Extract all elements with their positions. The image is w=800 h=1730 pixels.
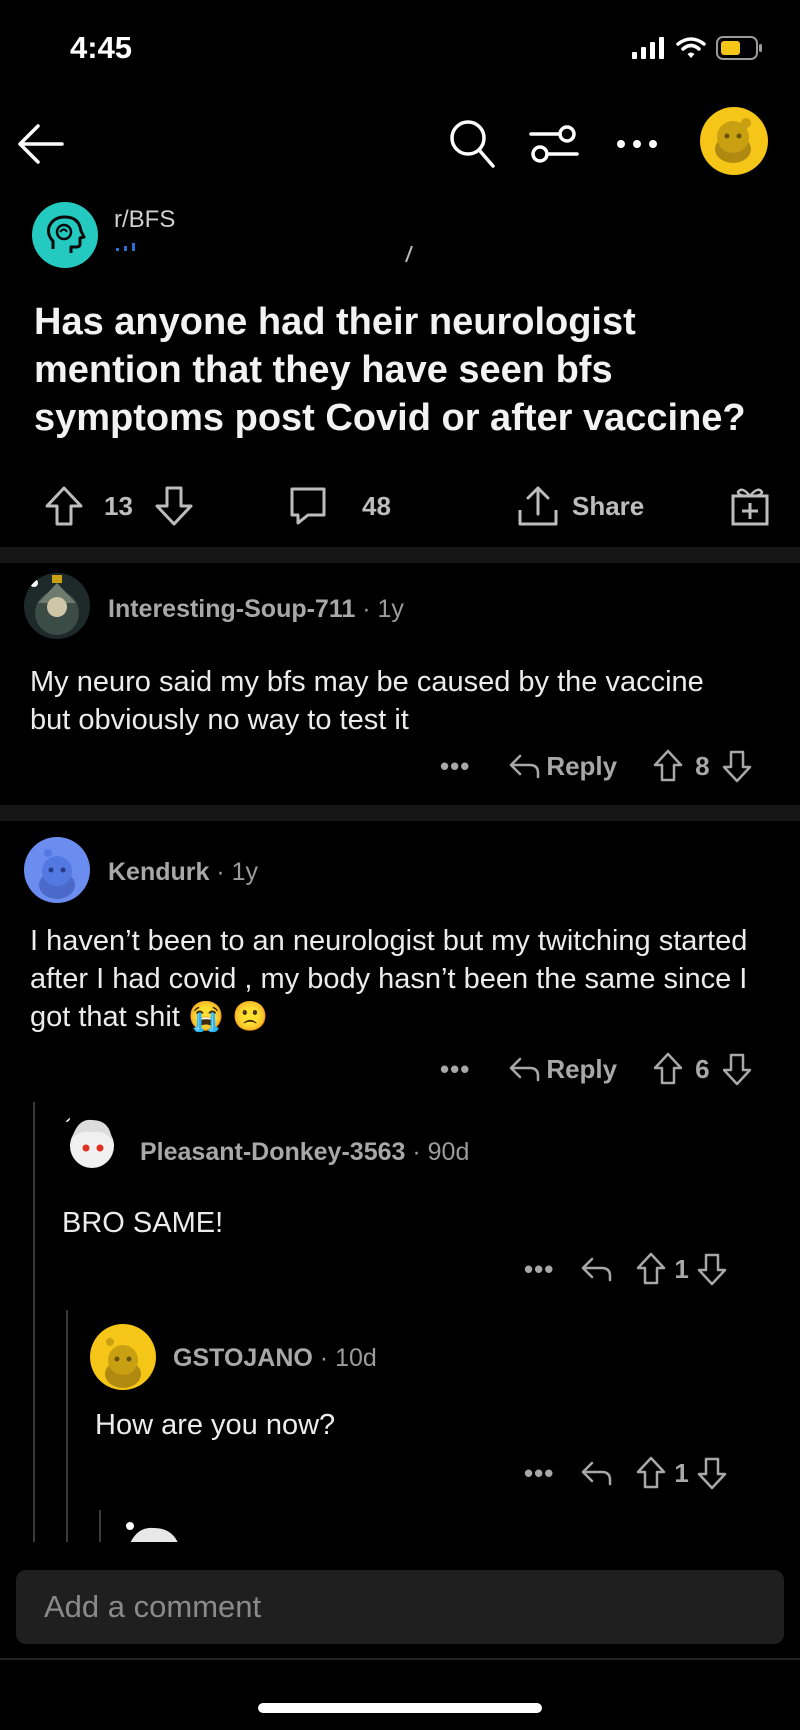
- post-share-button[interactable]: Share: [516, 480, 644, 532]
- post-actions: 13 48 Share: [0, 480, 800, 532]
- comment-avatar[interactable]: [24, 573, 90, 639]
- comment-age: 90d: [427, 1138, 470, 1166]
- wifi-icon: [676, 37, 706, 58]
- comment-meta: GSTOJANO · 10d: [173, 1344, 377, 1373]
- home-indicator[interactable]: [258, 1703, 542, 1713]
- downvote-icon[interactable]: [697, 1252, 727, 1286]
- comment-avatar[interactable]: [90, 1324, 156, 1390]
- meta-separator: ·: [216, 858, 232, 886]
- downvote-icon[interactable]: [722, 749, 752, 783]
- comment-body: I haven’t been to an neurologist but my …: [30, 922, 770, 1036]
- subreddit-header[interactable]: [32, 202, 98, 268]
- downvote-icon[interactable]: [697, 1456, 727, 1490]
- subreddit-activity-icon: [116, 243, 135, 251]
- comment-body: My neuro said my bfs may be caused by th…: [30, 666, 704, 736]
- post-comment-count: 48: [362, 490, 391, 521]
- meta-separator: ·: [362, 595, 378, 623]
- status-time: 4:45: [70, 30, 133, 65]
- signal-icon: [632, 37, 664, 59]
- meta-separator: ·: [319, 1344, 336, 1372]
- status-bar: 4:45: [0, 0, 800, 100]
- post-comments-button[interactable]: [288, 480, 328, 532]
- comment-emoji: 😭 🙁: [188, 1001, 269, 1033]
- comment-more-button[interactable]: •••: [440, 751, 470, 782]
- comment-avatar[interactable]: [24, 837, 90, 903]
- more-icon[interactable]: [612, 122, 662, 166]
- comment-body: BRO SAME!: [62, 1207, 224, 1239]
- status-icons: [632, 36, 762, 60]
- comment-username[interactable]: Kendurk: [108, 858, 209, 886]
- comment-vote-count: 1: [674, 1253, 689, 1284]
- upvote-icon[interactable]: [636, 1252, 666, 1286]
- comment-age: 1y: [231, 858, 259, 886]
- upvote-icon: [45, 486, 83, 526]
- comment-actions: ••• 1: [524, 1456, 727, 1490]
- comment-more-button[interactable]: •••: [524, 1458, 554, 1489]
- comment-age: 10d: [335, 1344, 377, 1372]
- subreddit-name[interactable]: r/BFS: [114, 206, 175, 234]
- comment-icon: [290, 487, 326, 525]
- bottom-separator: [0, 1658, 800, 1660]
- comment: Kendurk · 1y I haven’t been to an neurol…: [0, 822, 800, 1102]
- comment-vote-count: 6: [695, 1053, 710, 1084]
- comment-username[interactable]: GSTOJANO: [173, 1344, 313, 1372]
- upvote-icon[interactable]: [636, 1456, 666, 1490]
- comment-meta: Interesting-Soup-711 · 1y: [108, 595, 404, 624]
- comment-avatar[interactable]: [58, 1110, 124, 1176]
- post-vote-count: 13: [104, 490, 133, 521]
- comment-actions: ••• 1: [524, 1252, 727, 1286]
- share-icon: [518, 486, 558, 526]
- comment-more-button[interactable]: •••: [524, 1254, 554, 1285]
- section-divider: [0, 805, 800, 821]
- comment-meta: Pleasant-Donkey-3563 · 90d: [140, 1138, 469, 1167]
- comment-text: I haven’t been to an neurologist but my …: [30, 925, 748, 1033]
- sort-icon[interactable]: [528, 118, 580, 170]
- award-button[interactable]: [730, 480, 770, 532]
- post-title: Has anyone had their neurologist mention…: [34, 301, 746, 439]
- post-downvote-button[interactable]: [154, 480, 194, 532]
- reply-icon[interactable]: [580, 1459, 612, 1487]
- comment-actions: ••• Reply 8: [440, 749, 752, 783]
- reply-button[interactable]: Reply: [546, 751, 617, 782]
- search-icon[interactable]: [446, 116, 498, 172]
- upvote-icon[interactable]: [653, 749, 683, 783]
- comment-username[interactable]: Interesting-Soup-711: [108, 595, 355, 623]
- nav-bar: [0, 100, 800, 190]
- comment-body: How are you now?: [95, 1409, 336, 1441]
- upvote-icon[interactable]: [653, 1052, 683, 1086]
- comment-actions: ••• Reply 6: [440, 1052, 752, 1086]
- comment: Interesting-Soup-711 · 1y My neuro said …: [0, 565, 800, 805]
- decorative-slash-icon: [405, 245, 413, 263]
- comment: GSTOJANO · 10d How are you now? ••• 1: [0, 1320, 800, 1500]
- reply-icon: [510, 754, 540, 779]
- subreddit-icon[interactable]: [32, 202, 98, 268]
- post-upvote-button[interactable]: [44, 480, 84, 532]
- comment-input[interactable]: [16, 1570, 784, 1644]
- comment-vote-count: 8: [695, 750, 710, 781]
- comment-meta: Kendurk · 1y: [108, 858, 258, 887]
- thread-line[interactable]: [99, 1510, 101, 1542]
- award-icon: [731, 488, 769, 526]
- comment-username[interactable]: Pleasant-Donkey-3563: [140, 1138, 405, 1166]
- meta-separator: ·: [412, 1138, 428, 1166]
- user-avatar[interactable]: [700, 107, 768, 175]
- section-divider: [0, 547, 800, 563]
- comment-vote-count: 1: [674, 1457, 689, 1488]
- back-arrow-icon[interactable]: [14, 118, 66, 170]
- reply-icon[interactable]: [580, 1255, 612, 1283]
- comment-composer[interactable]: [16, 1570, 784, 1644]
- comment: Pleasant-Donkey-3563 · 90d BRO SAME! •••…: [0, 1110, 800, 1300]
- comment-avatar-partial[interactable]: [122, 1518, 186, 1542]
- comment-more-button[interactable]: •••: [440, 1054, 470, 1085]
- reply-button[interactable]: Reply: [546, 1054, 617, 1085]
- reply-icon: [510, 1057, 540, 1082]
- share-label: Share: [572, 490, 645, 521]
- comment-age: 1y: [377, 595, 404, 623]
- battery-icon: [716, 36, 762, 60]
- downvote-icon: [155, 486, 193, 526]
- downvote-icon[interactable]: [722, 1052, 752, 1086]
